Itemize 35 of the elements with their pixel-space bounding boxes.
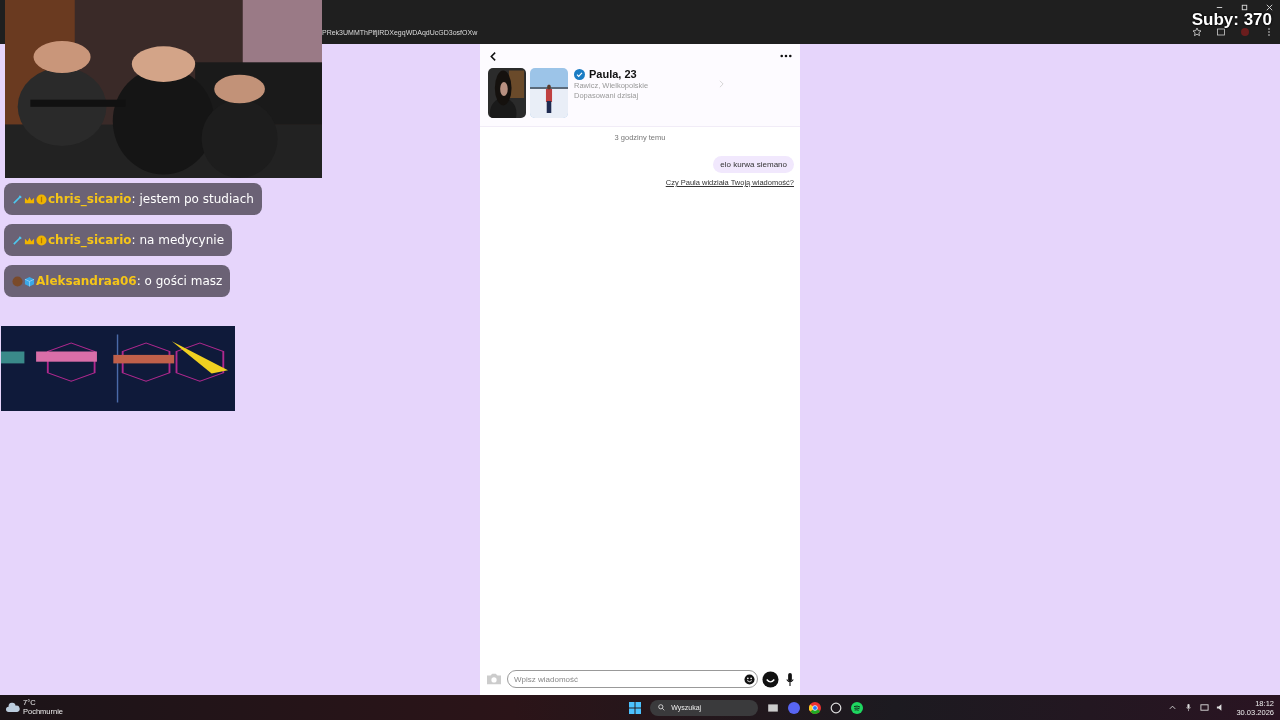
chat-text: : o gości masz [136, 274, 223, 288]
music-app-icon[interactable] [851, 701, 864, 714]
emoji-icon[interactable] [744, 673, 755, 685]
cloud-icon[interactable] [6, 702, 20, 713]
search-icon [658, 704, 666, 711]
star-icon[interactable] [1192, 27, 1202, 37]
chat-text: : na medycynie [131, 233, 225, 247]
sticker-icon[interactable] [762, 670, 779, 688]
chat-username: chris_sicario [48, 233, 132, 247]
maximize-icon[interactable] [1240, 3, 1249, 12]
chat-text: : jestem po studiach [131, 192, 254, 206]
display-icon[interactable] [1200, 703, 1210, 712]
microphone-icon[interactable] [1184, 703, 1194, 712]
more-icon[interactable] [780, 54, 792, 58]
coin-icon [36, 193, 47, 205]
task-view-icon[interactable] [767, 701, 780, 714]
dot-icon [12, 275, 23, 287]
extension-icon[interactable] [1216, 27, 1226, 37]
sword-icon [12, 234, 23, 246]
start-icon[interactable] [629, 701, 642, 714]
close-icon[interactable] [1265, 3, 1274, 12]
message-field[interactable]: Wpisz wiadomość [507, 670, 758, 688]
sword-icon [12, 193, 23, 205]
app-icon[interactable] [830, 701, 843, 714]
chat-username: chris_sicario [48, 192, 132, 206]
chat-username: Aleksandraa06 [36, 274, 137, 288]
profile-name[interactable]: Paula, 23 [589, 68, 637, 80]
browser-icon[interactable] [809, 701, 822, 714]
cube-icon [24, 275, 35, 287]
chat-app-icon[interactable] [788, 701, 801, 714]
subscriber-count: Suby: 370 [1191, 10, 1272, 30]
microphone-icon[interactable] [785, 671, 795, 687]
coin-icon [36, 234, 47, 246]
message-bubble: elo kurwa siemano [713, 156, 794, 173]
chevron-up-icon[interactable] [1168, 703, 1178, 712]
